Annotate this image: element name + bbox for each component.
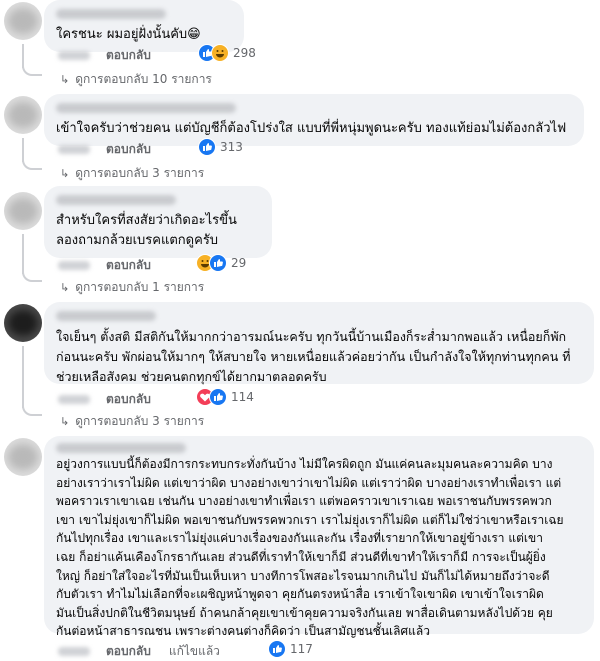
view-replies-link[interactable]: ↳ ดูการตอบกลับ 3 รายการ [60, 164, 204, 183]
avatar[interactable] [4, 96, 42, 134]
timestamp-blurred[interactable] [58, 395, 90, 404]
timestamp-blurred[interactable] [58, 51, 90, 60]
reaction-count: 29 [231, 256, 247, 270]
comment-actions: ตอบกลับ [58, 140, 151, 159]
avatar[interactable] [4, 438, 42, 476]
like-icon [198, 138, 216, 156]
view-replies-label: ดูการตอบกลับ 3 รายการ [75, 414, 205, 428]
reaction-count: 117 [290, 642, 313, 656]
reply-arrow-icon: ↳ [60, 167, 70, 180]
view-replies-link[interactable]: ↳ ดูการตอบกลับ 3 รายการ [60, 412, 204, 431]
view-replies-link[interactable]: ↳ ดูการตอบกลับ 10 รายการ [60, 70, 212, 89]
reply-arrow-icon: ↳ [60, 281, 70, 294]
like-icon [209, 388, 227, 406]
timestamp-blurred[interactable] [58, 145, 90, 154]
like-icon [209, 254, 227, 272]
view-replies-label: ดูการตอบกลับ 1 รายการ [75, 280, 205, 294]
thread-line [22, 234, 24, 274]
like-icon [268, 640, 286, 658]
author-name-blurred[interactable] [56, 311, 156, 321]
reaction-summary[interactable]: 114 [196, 388, 254, 406]
comment-text: อยู่วงการแบบนี้ก็ต้องมีการกระทบกระทั่งกั… [56, 457, 564, 639]
view-replies-label: ดูการตอบกลับ 3 รายการ [75, 166, 205, 180]
comment-text: สำหรับใครที่สงสัยว่าเกิดอะไรขึ้น ลองถามก… [56, 213, 237, 248]
reply-button[interactable]: ตอบกลับ [106, 46, 151, 65]
author-name-blurred[interactable] [56, 103, 236, 113]
comment-bubble: สำหรับใครที่สงสัยว่าเกิดอะไรขึ้น ลองถามก… [44, 186, 272, 258]
author-name-blurred[interactable] [56, 443, 186, 453]
thread-curve [22, 64, 42, 76]
reaction-count: 298 [233, 46, 256, 60]
avatar[interactable] [4, 304, 42, 342]
comment-text: ใครชนะ ผมอยู่ฝั่งนั้นคับ😁 [56, 27, 201, 42]
reply-button[interactable]: ตอบกลับ [106, 140, 151, 159]
comment-bubble: เข้าใจครับว่าช่วยคน แต่บัญชีก็ต้องโปร่งใ… [44, 94, 584, 146]
reaction-summary[interactable]: 29 [196, 254, 246, 272]
comment-actions: ตอบกลับ [58, 390, 151, 409]
author-name-blurred[interactable] [56, 195, 176, 205]
comment-bubble: อยู่วงการแบบนี้ก็ต้องมีการกระทบกระทั่งกั… [44, 436, 594, 638]
avatar[interactable] [4, 2, 42, 40]
reply-arrow-icon: ↳ [60, 73, 70, 86]
reply-button[interactable]: ตอบกลับ [106, 642, 151, 661]
author-name-blurred[interactable] [56, 9, 166, 19]
thread-curve [22, 270, 42, 282]
view-replies-link[interactable]: ↳ ดูการตอบกลับ 1 รายการ [60, 278, 204, 297]
comment-text: ใจเย็นๆ ตั้งสติ มีสติกันให้มากกว่าอารมณ์… [56, 329, 571, 384]
comment-actions: ตอบกลับ [58, 256, 151, 275]
reply-button[interactable]: ตอบกลับ [106, 390, 151, 409]
reaction-count: 313 [220, 140, 243, 154]
comment-actions: ตอบกลับ [58, 46, 151, 65]
reply-button[interactable]: ตอบกลับ [106, 256, 151, 275]
comment-text: เข้าใจครับว่าช่วยคน แต่บัญชีก็ต้องโปร่งใ… [56, 121, 567, 136]
laugh-icon [211, 44, 229, 62]
view-replies-label: ดูการตอบกลับ 10 รายการ [75, 72, 212, 86]
edited-label: แก้ไขแล้ว [168, 644, 220, 658]
reaction-summary[interactable]: 117 [268, 640, 313, 658]
timestamp-blurred[interactable] [58, 647, 90, 656]
reaction-count: 114 [231, 390, 254, 404]
reaction-summary[interactable]: 313 [198, 138, 243, 156]
timestamp-blurred[interactable] [58, 261, 90, 270]
thread-curve [22, 158, 42, 170]
reply-arrow-icon: ↳ [60, 415, 70, 428]
comment-bubble: ใจเย็นๆ ตั้งสติ มีสติกันให้มากกว่าอารมณ์… [44, 302, 594, 384]
thread-line [22, 346, 24, 408]
thread-curve [22, 404, 42, 416]
comment-actions: ตอบกลับ แก้ไขแล้ว [58, 642, 220, 661]
avatar[interactable] [4, 192, 42, 230]
reaction-summary[interactable]: 298 [198, 44, 256, 62]
